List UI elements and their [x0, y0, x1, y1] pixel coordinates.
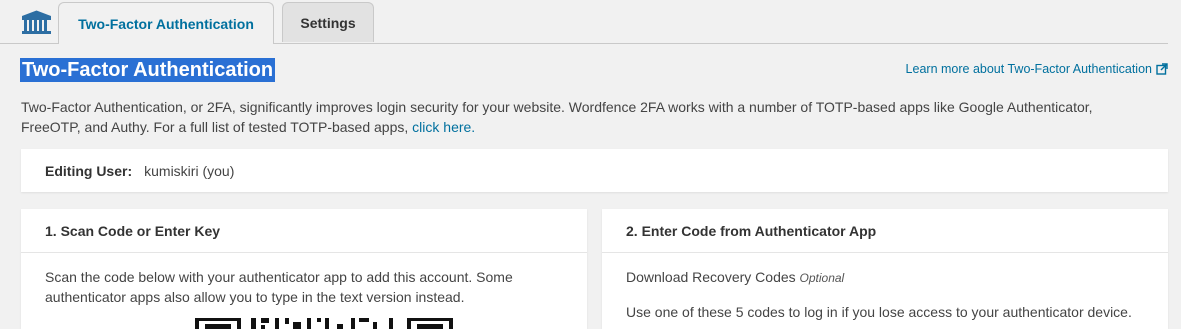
- intro-text-body: Two-Factor Authentication, or 2FA, signi…: [21, 99, 1093, 135]
- wordfence-logo-icon: [22, 10, 51, 34]
- learn-more-label: Learn more about Two-Factor Authenticati…: [905, 62, 1152, 76]
- enter-code-card-body: Download Recovery Codes Optional Use one…: [602, 253, 1168, 322]
- scan-code-card-title: 1. Scan Code or Enter Key: [21, 209, 587, 253]
- tab-bar: Two-Factor Authentication Settings: [0, 0, 1168, 44]
- tab-settings[interactable]: Settings: [282, 2, 374, 42]
- recovery-codes-heading: Download Recovery Codes Optional: [626, 267, 1144, 288]
- page-title: Two-Factor Authentication: [20, 58, 276, 82]
- optional-badge: Optional: [799, 271, 845, 285]
- scan-code-card: 1. Scan Code or Enter Key Scan the code …: [21, 209, 587, 329]
- qr-code: [195, 318, 453, 329]
- scan-code-card-body: Scan the code below with your authentica…: [21, 253, 587, 307]
- enter-code-card-title: 2. Enter Code from Authenticator App: [602, 209, 1168, 253]
- recovery-codes-label: Download Recovery Codes: [626, 269, 796, 285]
- intro-text: Two-Factor Authentication, or 2FA, signi…: [21, 97, 1141, 137]
- tested-apps-link[interactable]: click here.: [412, 119, 475, 135]
- editing-user-panel: Editing User: kumiskiri (you): [21, 149, 1168, 192]
- scan-code-description: Scan the code below with your authentica…: [45, 269, 513, 305]
- editing-user-label: Editing User:: [45, 162, 133, 179]
- enter-code-card: 2. Enter Code from Authenticator App Dow…: [602, 209, 1168, 329]
- tab-two-factor-authentication[interactable]: Two-Factor Authentication: [58, 2, 274, 44]
- learn-more-link[interactable]: Learn more about Two-Factor Authenticati…: [906, 62, 1168, 76]
- editing-user-value: kumiskiri (you): [144, 162, 235, 179]
- recovery-codes-info: Use one of these 5 codes to log in if yo…: [626, 304, 1132, 320]
- external-link-icon: [1156, 63, 1168, 75]
